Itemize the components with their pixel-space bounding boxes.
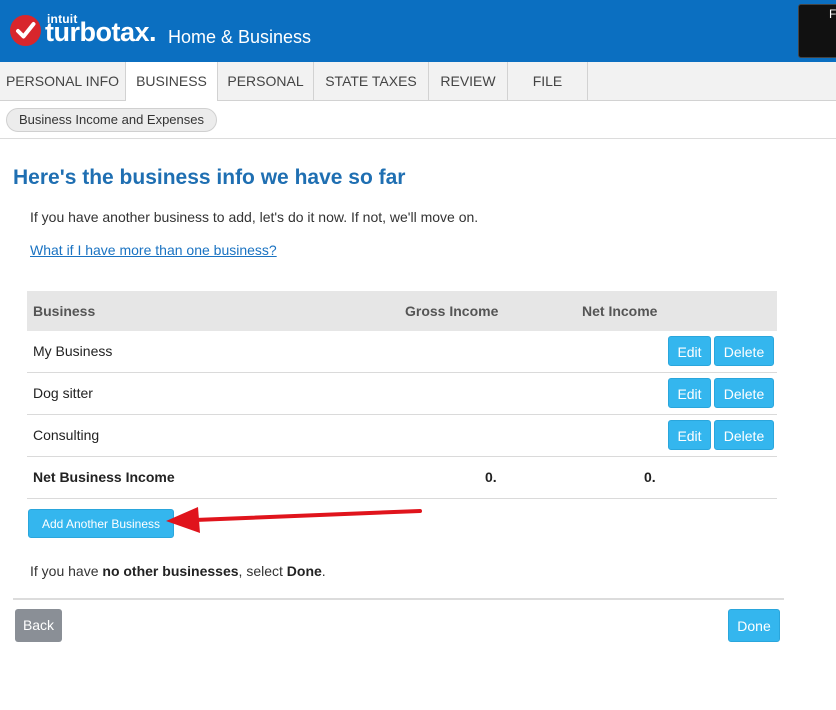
business-table: Business Gross Income Net Income My Busi… [27,291,777,499]
tab-business[interactable]: BUSINESS [126,62,218,101]
more-than-one-business-link[interactable]: What if I have more than one business? [30,242,277,258]
total-gross-income: 0. [485,469,497,485]
business-name: Dog sitter [33,385,93,401]
tab-state-taxes[interactable]: STATE TAXES [314,62,429,100]
divider [0,138,836,139]
done-button[interactable]: Done [728,609,780,642]
column-header-net-income: Net Income [582,303,658,319]
column-header-gross-income: Gross Income [405,303,499,319]
edit-button[interactable]: Edit [668,378,711,408]
header-corner-label: F [829,7,836,21]
delete-button[interactable]: Delete [714,336,774,366]
main-tabs: PERSONAL INFO BUSINESS PERSONAL STATE TA… [0,62,836,101]
total-net-income: 0. [644,469,656,485]
delete-button[interactable]: Delete [714,420,774,450]
product-edition: Home & Business [168,27,312,47]
page-title: Here's the business info we have so far [13,166,406,189]
business-name: My Business [33,343,113,359]
done-instruction: If you have no other businesses, select … [30,563,326,579]
table-row: Dog sitter Edit Delete [27,373,777,415]
table-row: My Business Edit Delete [27,331,777,373]
total-row: Net Business Income 0. 0. [27,457,777,499]
header-corner-button[interactable]: F [798,4,836,58]
edit-button[interactable]: Edit [668,336,711,366]
edit-button[interactable]: Edit [668,420,711,450]
table-row: Consulting Edit Delete [27,415,777,457]
checkmark-logo-icon [10,15,41,46]
divider [13,598,784,600]
delete-button[interactable]: Delete [714,378,774,408]
tab-personal-info[interactable]: PERSONAL INFO [0,62,126,100]
turbotax-wordmark: turbotax. [45,17,157,47]
column-header-business: Business [33,303,96,319]
tab-review[interactable]: REVIEW [429,62,508,100]
tab-file[interactable]: FILE [508,62,588,100]
table-header: Business Gross Income Net Income [27,291,777,331]
business-name: Consulting [33,427,100,443]
total-label: Net Business Income [33,469,175,485]
app-header: intuit turbotax. Home & Business F [0,0,836,62]
back-button[interactable]: Back [15,609,62,642]
tab-personal[interactable]: PERSONAL [218,62,314,100]
breadcrumb[interactable]: Business Income and Expenses [6,108,217,132]
intro-text: If you have another business to add, let… [30,209,479,225]
add-another-business-button[interactable]: Add Another Business [28,509,174,538]
